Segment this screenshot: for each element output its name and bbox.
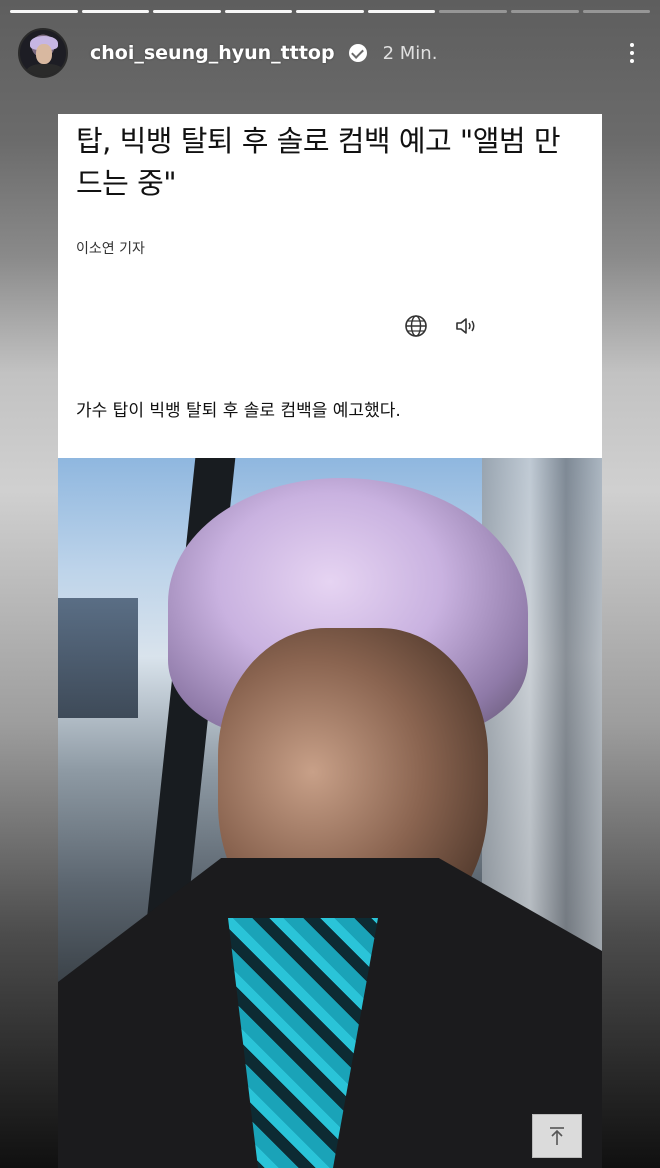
- progress-segment: [439, 10, 507, 13]
- username[interactable]: choi_seung_hyun_tttop: [90, 42, 335, 64]
- progress-segment: [296, 10, 364, 13]
- article-card: 탑, 빅뱅 탈퇴 후 솔로 컴백 예고 "앨범 만드는 중" 이소연 기자 가수…: [58, 114, 602, 458]
- progress-segment: [10, 10, 78, 13]
- progress-segment: [510, 10, 579, 13]
- speaker-icon[interactable]: [454, 314, 478, 338]
- progress-segment: [224, 10, 293, 13]
- story-header: choi_seung_hyun_tttop 2 Min.: [18, 28, 638, 78]
- article-lead: 가수 탑이 빅뱅 탈퇴 후 솔로 컴백을 예고했다.: [76, 401, 401, 421]
- article-reporter: 이소연 기자: [76, 241, 145, 257]
- verified-badge-icon: [348, 44, 367, 62]
- article-photo: [58, 458, 602, 1168]
- globe-icon[interactable]: [404, 314, 428, 338]
- more-options-icon[interactable]: [626, 37, 638, 69]
- post-time: 2 Min.: [382, 42, 438, 64]
- story-progress-bar: [10, 10, 651, 13]
- progress-segment: [367, 10, 436, 13]
- progress-segment: [153, 10, 221, 13]
- avatar[interactable]: [18, 28, 68, 78]
- scroll-to-top-button[interactable]: [532, 1114, 582, 1158]
- progress-segment: [582, 10, 651, 13]
- article-headline: 탑, 빅뱅 탈퇴 후 솔로 컴백 예고 "앨범 만드는 중": [76, 124, 561, 200]
- arrow-up-icon: [550, 1127, 564, 1145]
- progress-segment: [81, 10, 150, 13]
- article-tools: [404, 314, 478, 338]
